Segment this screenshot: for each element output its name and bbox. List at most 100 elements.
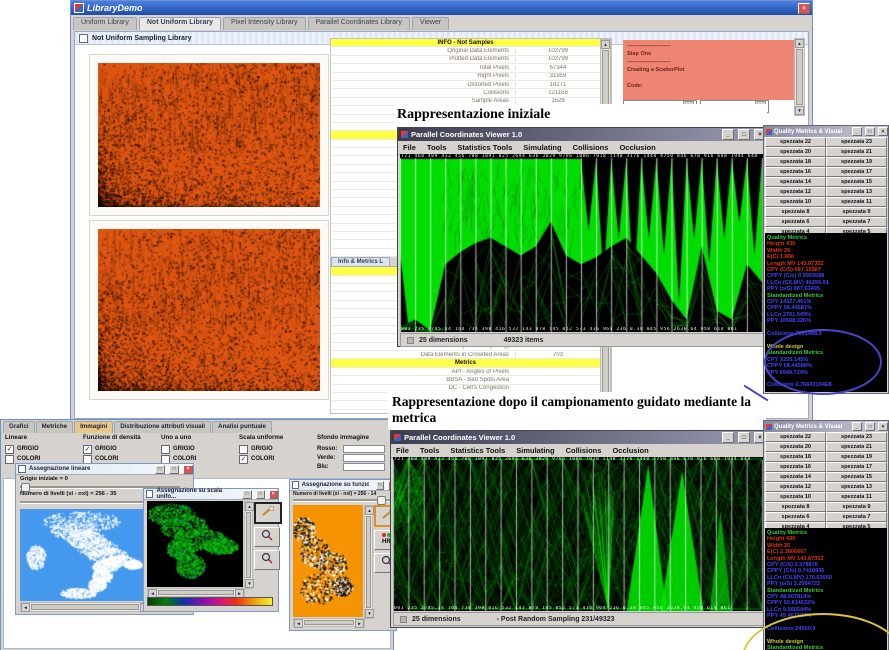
spezzata-button[interactable]: spezzata 12 bbox=[765, 482, 826, 492]
qm2-titlebar[interactable]: Quality Metrics & Visual _ □ × bbox=[764, 421, 888, 432]
restore-button[interactable]: □ bbox=[376, 481, 384, 490]
scroll-left-icon[interactable]: ◄ bbox=[294, 619, 303, 628]
mode-checkbox-row[interactable]: ✓COLORI bbox=[239, 454, 315, 464]
spezzata-button[interactable]: spezzata 15 bbox=[826, 472, 887, 482]
image-panel-tab-0[interactable]: Grafici bbox=[3, 421, 35, 433]
uniform-scale-map-image[interactable] bbox=[147, 501, 243, 587]
image-panel-tab-1[interactable]: Metriche bbox=[36, 421, 73, 433]
spezzata-button[interactable]: spezzata 22 bbox=[765, 432, 826, 442]
mode-checkbox-row[interactable]: GRIGIO bbox=[161, 444, 237, 454]
panel-checkbox-icon[interactable] bbox=[79, 34, 88, 43]
mode-checkbox-row[interactable]: ✓GRIGIO bbox=[5, 444, 81, 454]
menu-simulating[interactable]: Simulating bbox=[523, 143, 561, 152]
italy-map-image[interactable] bbox=[20, 509, 148, 601]
spezzata-button[interactable]: spezzata 18 bbox=[765, 157, 826, 167]
maximize-button[interactable]: □ bbox=[865, 127, 875, 136]
spezzata-button[interactable]: spezzata 7 bbox=[826, 217, 887, 227]
menu-collisions[interactable]: Collisions bbox=[566, 446, 602, 455]
aw3-titlebar[interactable]: Assegnazione su funzione di... □ × bbox=[290, 480, 396, 491]
scroll-up-icon[interactable]: ▲ bbox=[365, 506, 374, 515]
scroll-up-icon[interactable]: ▲ bbox=[601, 40, 610, 49]
menu-collisions[interactable]: Collisions bbox=[573, 143, 609, 152]
zoom-out-tool-button[interactable] bbox=[254, 550, 280, 570]
spezzata-button[interactable]: spezzata 16 bbox=[765, 167, 826, 177]
restore-button[interactable]: □ bbox=[256, 490, 265, 499]
spezzata-button[interactable]: spezzata 7 bbox=[826, 512, 887, 522]
spezzata-button[interactable]: spezzata 9 bbox=[826, 502, 887, 512]
maximize-button[interactable]: □ bbox=[738, 432, 750, 443]
map-horizontal-scrollbar[interactable]: ◄► bbox=[147, 588, 245, 597]
spezzata-button[interactable]: spezzata 11 bbox=[826, 492, 887, 502]
menu-tools[interactable]: Tools bbox=[420, 446, 439, 455]
pc1-titlebar[interactable]: Parallel Coordinates Viewer 1.0 _ □ × bbox=[398, 128, 766, 141]
brush-tool-button[interactable] bbox=[254, 502, 282, 524]
minimize-button[interactable]: _ bbox=[722, 129, 734, 140]
spezzata-button[interactable]: spezzata 20 bbox=[765, 442, 826, 452]
scroll-down-icon[interactable]: ▼ bbox=[795, 106, 804, 115]
checked-checkbox-icon[interactable]: ✓ bbox=[239, 455, 248, 464]
spezzata-button[interactable]: spezzata 8 bbox=[765, 207, 826, 217]
levels-slider[interactable] bbox=[293, 496, 391, 503]
scrollbar-thumb[interactable] bbox=[304, 620, 354, 625]
spezzata-button[interactable]: spezzata 19 bbox=[826, 157, 887, 167]
spezzata-button[interactable]: spezzata 10 bbox=[765, 197, 826, 207]
spezzata-button[interactable]: spezzata 18 bbox=[765, 452, 826, 462]
menu-simulating[interactable]: Simulating bbox=[516, 446, 554, 455]
library-window-titlebar[interactable]: LibraryDemo × bbox=[71, 1, 812, 15]
pc2-titlebar[interactable]: Parallel Coordinates Viewer 1.0 _ □ × bbox=[391, 431, 766, 444]
color-component-input[interactable] bbox=[343, 463, 385, 471]
unchecked-checkbox-icon[interactable] bbox=[5, 455, 14, 464]
aw1-titlebar[interactable]: Assegnazione lineare □ □ × bbox=[16, 464, 193, 475]
spezzata-button[interactable]: spezzata 9 bbox=[826, 207, 887, 217]
spezzata-button[interactable]: spezzata 22 bbox=[765, 137, 826, 147]
unchecked-checkbox-icon[interactable] bbox=[161, 445, 170, 454]
scroll-down-icon[interactable]: ▼ bbox=[245, 579, 254, 588]
library-tab-3[interactable]: Parallel Coordinates Library bbox=[308, 17, 410, 30]
spezzata-button[interactable]: spezzata 11 bbox=[826, 197, 887, 207]
menu-statistics-tools[interactable]: Statistics Tools bbox=[457, 143, 512, 152]
menu-file[interactable]: File bbox=[403, 143, 416, 152]
minimize-button[interactable]: _ bbox=[722, 432, 734, 443]
color-component-input[interactable] bbox=[343, 445, 385, 453]
mode-checkbox-row[interactable]: GRIGIO bbox=[239, 444, 315, 454]
spezzata-button[interactable]: spezzata 14 bbox=[765, 177, 826, 187]
color-component-input[interactable] bbox=[343, 454, 385, 462]
aw2-titlebar[interactable]: Assegnazione su scala unifo... □ □ × bbox=[144, 489, 278, 500]
menu-occlusion[interactable]: Occlusion bbox=[612, 446, 648, 455]
scroll-left-icon[interactable]: ◄ bbox=[21, 603, 30, 612]
scrollbar-thumb[interactable] bbox=[158, 590, 234, 595]
spezzata-button[interactable]: spezzata 12 bbox=[765, 187, 826, 197]
map-vertical-scrollbar[interactable]: ▲▼ bbox=[364, 505, 373, 619]
mode-checkbox-row[interactable]: ✓GRIGIO bbox=[83, 444, 159, 454]
zoom-in-tool-button[interactable] bbox=[254, 527, 280, 547]
spezzata-button[interactable]: spezzata 8 bbox=[765, 502, 826, 512]
close-button[interactable]: × bbox=[878, 127, 888, 136]
library-tab-0[interactable]: Uniform Library bbox=[73, 17, 137, 30]
map-horizontal-scrollbar[interactable]: ◄► bbox=[293, 618, 365, 627]
close-button[interactable]: × bbox=[183, 465, 193, 474]
qm1-titlebar[interactable]: Quality Metrics & Visual _ □ × bbox=[764, 126, 888, 137]
info-subtab[interactable]: Info & Metrics L bbox=[331, 257, 390, 267]
scroll-down-icon[interactable]: ▼ bbox=[365, 609, 374, 618]
close-button[interactable]: × bbox=[798, 3, 810, 14]
map-horizontal-scrollbar[interactable]: ◄► bbox=[20, 602, 150, 612]
wizard-scrollbar[interactable]: ▲▼ bbox=[794, 38, 805, 116]
restore-button[interactable]: □ bbox=[155, 465, 165, 474]
scrollbar-thumb[interactable] bbox=[246, 512, 251, 578]
slider-thumb[interactable] bbox=[377, 496, 386, 505]
spezzata-button[interactable]: spezzata 23 bbox=[826, 432, 887, 442]
close-button[interactable]: × bbox=[878, 422, 888, 431]
spezzata-button[interactable]: spezzata 20 bbox=[765, 147, 826, 157]
spezzata-button[interactable]: spezzata 13 bbox=[826, 187, 887, 197]
image-panel-tab-4[interactable]: Analisi puntuale bbox=[212, 421, 272, 433]
minimize-button[interactable]: _ bbox=[852, 127, 862, 136]
checked-checkbox-icon[interactable]: ✓ bbox=[83, 445, 92, 454]
pc1-plot-area[interactable]: 721 468 409 432 456 708 1091 825 2694 63… bbox=[400, 154, 764, 332]
unchecked-checkbox-icon[interactable] bbox=[239, 445, 248, 454]
scroll-up-icon[interactable]: ▲ bbox=[795, 39, 804, 48]
library-tab-1[interactable]: Not Uniform Library bbox=[139, 17, 221, 30]
spezzata-button[interactable]: spezzata 16 bbox=[765, 462, 826, 472]
image-panel-tab-2[interactable]: Immagini bbox=[74, 421, 113, 433]
image-panel-tab-3[interactable]: Distribuzione attributi visuali bbox=[114, 421, 211, 433]
spezzata-button[interactable]: spezzata 21 bbox=[826, 147, 887, 157]
